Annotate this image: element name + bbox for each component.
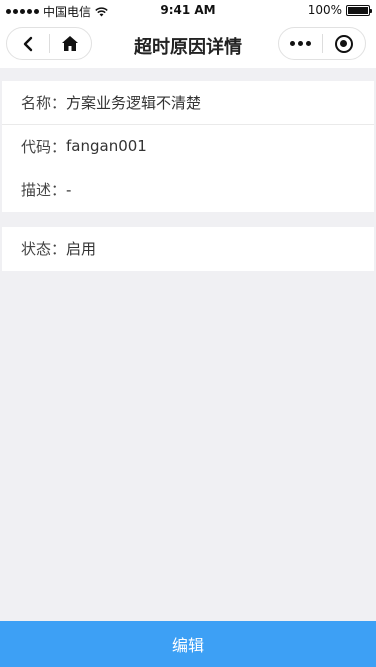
name-label: 名称：	[21, 93, 67, 112]
status-right: 100%	[307, 3, 372, 17]
close-button[interactable]	[323, 28, 366, 59]
edit-button[interactable]: 编辑	[0, 621, 376, 667]
name-row: 名称： 方案业务逻辑不清楚	[2, 81, 374, 125]
nav-right-capsule	[278, 27, 366, 60]
battery-percent: 100%	[307, 3, 342, 17]
target-circle-icon	[334, 34, 353, 53]
code-label: 代码：	[21, 137, 67, 156]
description-label: 描述：	[21, 181, 67, 200]
nav-bar: 超时原因详情	[0, 20, 376, 68]
status-row: 状态： 启用	[2, 227, 374, 271]
screen: 中国电信 9:41 AM 100% 超时原因详情 名称： 方案业务逻辑不清楚 代…	[0, 0, 376, 667]
code-value: fangan001	[66, 137, 147, 156]
status-bar: 中国电信 9:41 AM 100%	[0, 0, 376, 20]
status-label: 状态：	[21, 240, 67, 259]
description-value: -	[66, 180, 72, 199]
more-button[interactable]	[279, 28, 322, 59]
code-row: 代码： fangan001	[2, 125, 374, 169]
battery-icon	[346, 4, 372, 16]
detail-card: 名称： 方案业务逻辑不清楚 代码： fangan001 描述： -	[2, 81, 374, 212]
description-row: 描述： -	[2, 168, 374, 212]
status-value: 启用	[66, 240, 97, 259]
more-dots-icon	[289, 41, 311, 46]
name-value: 方案业务逻辑不清楚	[66, 93, 202, 112]
status-card: 状态： 启用	[2, 227, 374, 271]
